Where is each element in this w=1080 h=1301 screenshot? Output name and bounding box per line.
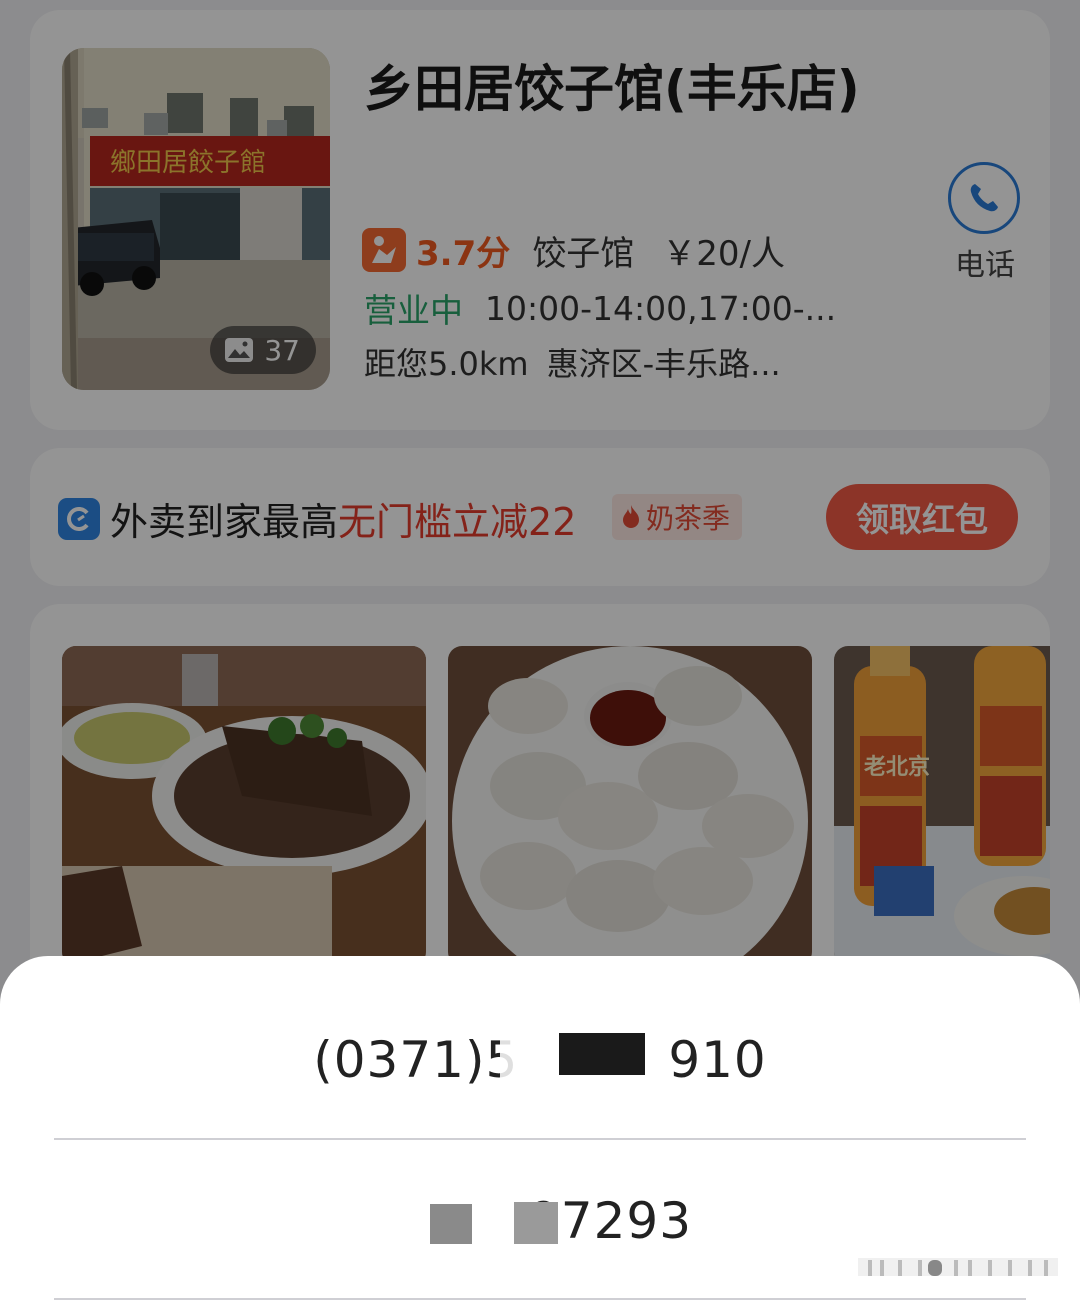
redaction-blur bbox=[474, 1198, 514, 1246]
divider bbox=[54, 1298, 1026, 1300]
phone-1-prefix: (0371)5 bbox=[313, 1031, 519, 1089]
phone-1-suffix: 910 bbox=[668, 1031, 767, 1089]
redaction-blur bbox=[500, 1030, 566, 1082]
watermark-icon bbox=[858, 1258, 1058, 1276]
shop-detail-page: 鄉田居餃子館 37 乡田居饺子馆(丰乐店) 3.7分 饺子馆 ￥20/人 营业中… bbox=[0, 0, 1080, 1301]
redaction-block bbox=[430, 1204, 472, 1244]
divider bbox=[54, 1138, 1026, 1140]
redaction-block bbox=[514, 1202, 558, 1244]
redaction-block bbox=[559, 1033, 645, 1075]
